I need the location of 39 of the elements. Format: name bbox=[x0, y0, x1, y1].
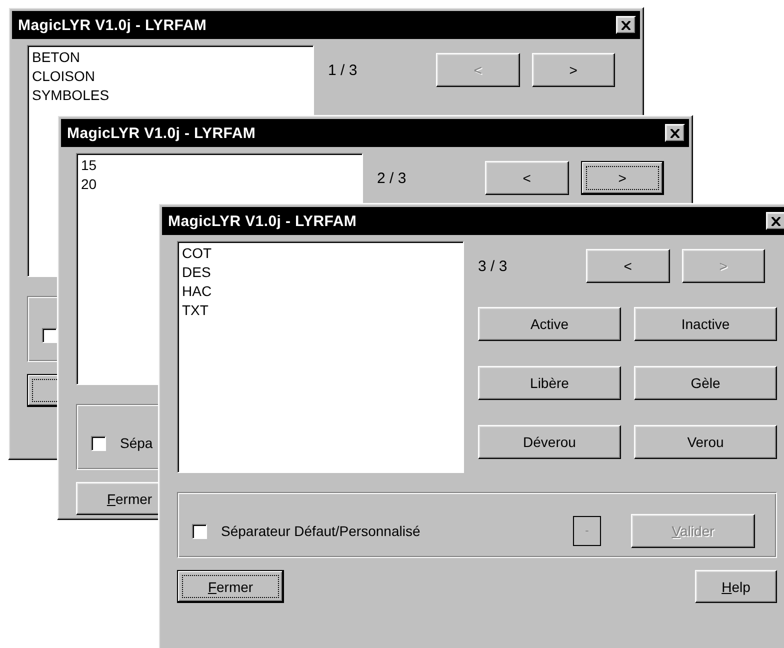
next-button[interactable]: > bbox=[580, 161, 664, 195]
action-button[interactable]: Verou bbox=[634, 425, 777, 459]
page-counter: 3 / 3 bbox=[478, 258, 508, 274]
list-item[interactable]: DES bbox=[182, 263, 459, 282]
list-item[interactable]: TXT bbox=[182, 301, 459, 320]
action-button[interactable]: Gèle bbox=[634, 366, 777, 400]
checkbox[interactable] bbox=[192, 524, 207, 538]
action-button[interactable]: Libère bbox=[478, 366, 621, 400]
previous-button[interactable]: < bbox=[485, 161, 569, 195]
action-button[interactable]: Déverou bbox=[478, 425, 621, 459]
close-icon bbox=[621, 20, 631, 30]
previous-button[interactable]: < bbox=[586, 249, 670, 283]
list-item[interactable]: 15 bbox=[81, 156, 358, 175]
close-dialog-button[interactable]: Fermer bbox=[177, 570, 284, 603]
next-button[interactable]: > bbox=[532, 53, 615, 87]
window-title: MagicLYR V1.0j - LYRFAM bbox=[18, 16, 207, 34]
action-button[interactable]: Inactive bbox=[634, 307, 777, 341]
checkbox-label: Sépa bbox=[120, 435, 153, 451]
list-item[interactable]: SYMBOLES bbox=[32, 86, 309, 105]
close-icon bbox=[670, 128, 680, 138]
list-item[interactable]: 20 bbox=[81, 175, 358, 194]
close-icon bbox=[771, 216, 781, 226]
list-item[interactable]: HAC bbox=[182, 282, 459, 301]
close-button[interactable] bbox=[766, 212, 784, 230]
checkbox-label: Séparateur Défaut/Personnalisé bbox=[221, 523, 420, 539]
help-button[interactable]: Help bbox=[695, 570, 777, 603]
close-button[interactable] bbox=[616, 16, 636, 34]
window-title: MagicLYR V1.0j - LYRFAM bbox=[168, 212, 357, 230]
page-counter: 2 / 3 bbox=[377, 170, 408, 186]
checkbox[interactable] bbox=[91, 436, 106, 450]
list-item[interactable]: BETON bbox=[32, 48, 309, 67]
window-title: MagicLYR V1.0j - LYRFAM bbox=[67, 124, 256, 142]
list-item[interactable]: COT bbox=[182, 244, 459, 263]
action-button[interactable]: Active bbox=[478, 307, 621, 341]
list-box[interactable]: COT DES HAC TXT bbox=[177, 241, 464, 473]
page-counter: 1 / 3 bbox=[328, 62, 358, 78]
close-button[interactable] bbox=[665, 124, 685, 142]
checkbox[interactable] bbox=[42, 328, 57, 342]
list-item[interactable]: CLOISON bbox=[32, 67, 309, 86]
